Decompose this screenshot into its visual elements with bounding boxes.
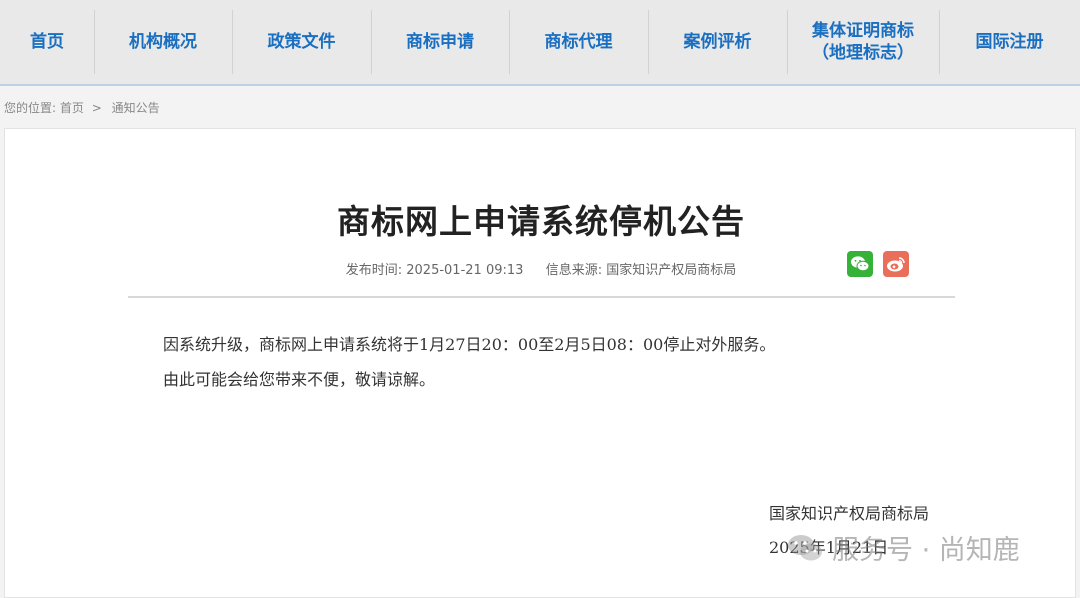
article-meta: 发布时间: 2025-01-21 09:13 信息来源: 国家知识产权局商标局 <box>5 259 1077 278</box>
wechat-share-button[interactable] <box>847 251 873 277</box>
wechat-icon <box>851 256 870 272</box>
nav-item-collective-certification[interactable]: 集体证明商标 （地理标志） <box>787 0 939 84</box>
weibo-icon <box>887 257 905 272</box>
nav-item-international-registration[interactable]: 国际注册 <box>939 0 1080 84</box>
nav-item-about[interactable]: 机构概况 <box>94 0 232 84</box>
nav-item-case-review[interactable]: 案例评析 <box>648 0 787 84</box>
title-divider <box>128 296 955 298</box>
nav-item-label: 机构概况 <box>129 32 197 52</box>
weibo-share-button[interactable] <box>883 251 909 277</box>
article-paragraph: 由此可能会给您带来不便，敬请谅解。 <box>163 370 436 389</box>
share-buttons <box>847 251 909 277</box>
nav-item-trademark-application[interactable]: 商标申请 <box>371 0 509 84</box>
nav-item-label: 政策文件 <box>267 32 336 52</box>
signature-date: 2025年1月21日 <box>769 538 889 557</box>
breadcrumb: 您的位置: 首页 > 通知公告 <box>4 99 160 116</box>
article-paragraph: 因系统升级，商标网上申请系统将于1月27日20：00至2月5日08：00停止对外… <box>163 335 776 354</box>
breadcrumb-prefix: 您的位置: <box>4 101 57 115</box>
breadcrumb-current-link[interactable]: 通知公告 <box>112 101 160 115</box>
source-label: 信息来源: <box>545 263 603 278</box>
publish-time-label: 发布时间: <box>345 263 403 278</box>
signature-org: 国家知识产权局商标局 <box>769 504 930 523</box>
breadcrumb-separator: > <box>91 101 102 115</box>
article-card: 商标网上申请系统停机公告 发布时间: 2025-01-21 09:13 信息来源… <box>4 128 1076 598</box>
nav-item-label: 商标代理 <box>544 32 613 52</box>
nav-item-label: 首页 <box>30 32 64 52</box>
article-signature: 国家知识产权局商标局 2025年1月21日 <box>769 497 929 565</box>
page-title: 商标网上申请系统停机公告 <box>337 202 745 241</box>
article-body: 因系统升级，商标网上申请系统将于1月27日20：00至2月5日08：00停止对外… <box>163 327 775 397</box>
nav-item-policy[interactable]: 政策文件 <box>232 0 371 84</box>
nav-item-trademark-agency[interactable]: 商标代理 <box>509 0 648 84</box>
breadcrumb-home-link[interactable]: 首页 <box>60 101 84 115</box>
publish-time: 2025-01-21 09:13 <box>406 263 524 278</box>
nav-item-label: 案例评析 <box>683 32 752 52</box>
nav-item-label: 国际注册 <box>975 32 1044 52</box>
source-value: 国家知识产权局商标局 <box>606 263 737 278</box>
nav-item-label-line2: （地理标志） <box>812 43 914 63</box>
nav-item-label: 商标申请 <box>406 32 474 52</box>
nav-item-label-line1: 集体证明商标 <box>812 21 914 41</box>
top-nav: 首页 机构概况 政策文件 商标申请 商标代理 案例评析 集体证明商标 （地理标志… <box>0 0 1080 86</box>
nav-item-home[interactable]: 首页 <box>0 0 94 84</box>
